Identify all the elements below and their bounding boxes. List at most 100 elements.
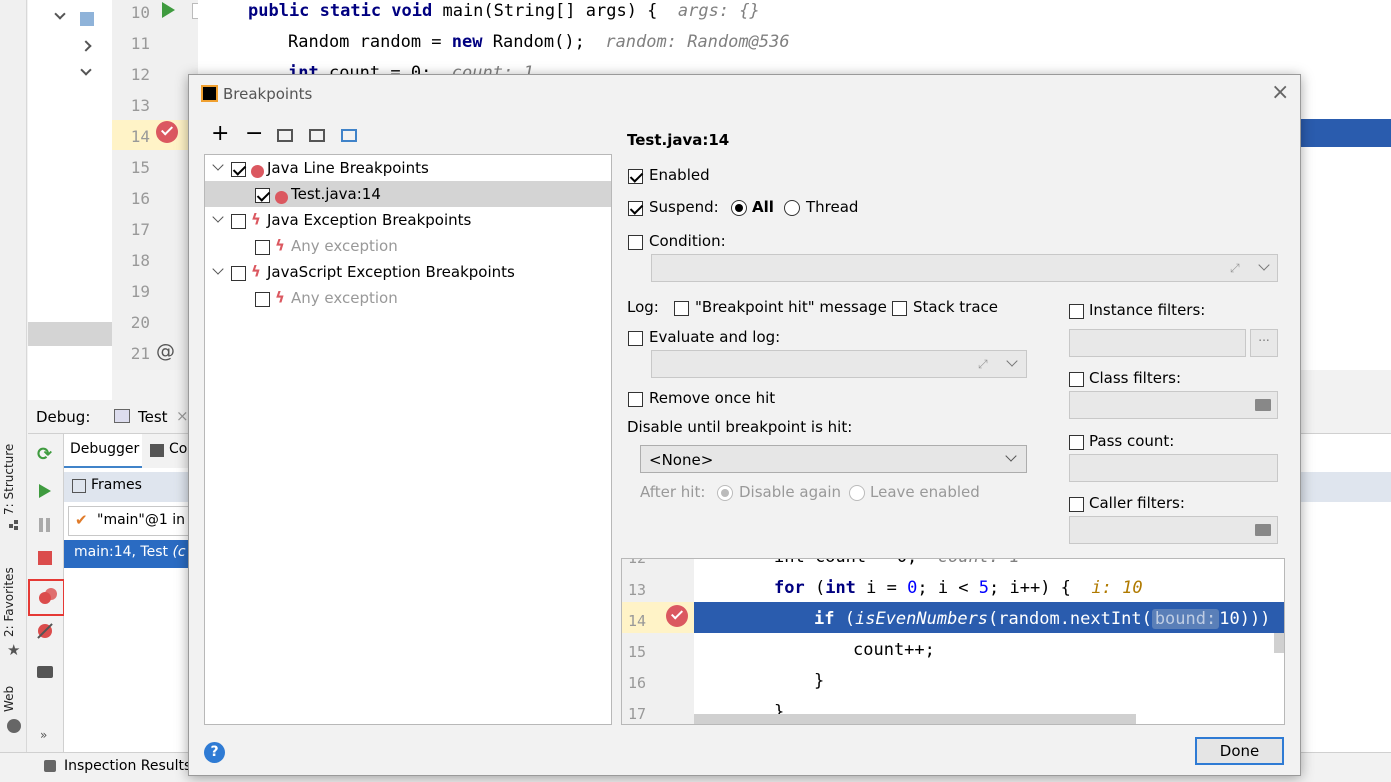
editor-gutter: 10 11 12 13 14 15 16 17 18 19 20 21 @ (112, 0, 206, 370)
tree-checkbox[interactable] (231, 160, 246, 178)
chevron-down-icon[interactable] (1258, 259, 1270, 271)
enabled-label: Enabled (649, 166, 710, 184)
stop-icon[interactable] (38, 551, 52, 565)
tree-selection (28, 322, 112, 346)
class-filters-checkbox[interactable] (1069, 370, 1084, 388)
group-by-file-icon[interactable] (341, 129, 357, 142)
class-filters-input[interactable] (1069, 391, 1278, 419)
suspend-thread-radio[interactable] (784, 198, 800, 216)
breakpoints-dialog: Breakpoints × + − Java Line Breakpoints … (188, 74, 1301, 776)
suspend-label: Suspend: (649, 198, 719, 216)
suspend-checkbox[interactable] (628, 199, 643, 217)
line-number: 14 (130, 127, 150, 146)
chevron-down-icon[interactable] (1006, 355, 1018, 367)
run-config-icon (114, 409, 130, 423)
pass-count-label: Pass count: (1089, 432, 1175, 450)
done-button[interactable]: Done (1195, 737, 1284, 765)
tree-item-java-exception[interactable]: Java Exception Breakpoints (267, 211, 471, 229)
resume-icon[interactable] (39, 484, 51, 498)
disable-until-select[interactable]: <None> (640, 445, 1027, 473)
pass-count-checkbox[interactable] (1069, 433, 1084, 451)
tree-checkbox[interactable] (231, 264, 246, 282)
suspend-all-radio[interactable] (731, 198, 747, 216)
tree-item-any-exception[interactable]: Any exception (291, 237, 398, 255)
lightning-icon: ϟ (275, 288, 285, 307)
line-breakpoint-icon (251, 162, 264, 180)
web-tab[interactable]: Web (2, 686, 16, 712)
remove-once-checkbox[interactable] (628, 390, 643, 408)
structure-tab[interactable]: 7: Structure (2, 444, 16, 515)
chevron-down-icon[interactable] (209, 211, 227, 229)
inspection-icon (44, 760, 56, 772)
folder-icon[interactable] (1255, 399, 1271, 411)
bp-hit-message-checkbox[interactable] (674, 299, 689, 317)
instance-filters-checkbox[interactable] (1069, 302, 1084, 320)
folder-icon[interactable] (1255, 524, 1271, 536)
line-number: 10 (130, 3, 150, 22)
remove-icon[interactable]: − (245, 123, 263, 145)
caller-filters-input[interactable] (1069, 516, 1278, 544)
add-icon[interactable]: + (211, 123, 229, 145)
suspend-thread-label: Thread (806, 198, 859, 216)
tree-checkbox[interactable] (255, 186, 270, 204)
thread-selector[interactable]: ✔ "main"@1 in (68, 506, 198, 536)
condition-checkbox[interactable] (628, 233, 643, 251)
condition-label: Condition: (649, 232, 726, 250)
breakpoint-icon[interactable] (156, 121, 178, 143)
globe-icon (7, 719, 21, 733)
help-icon[interactable]: ? (204, 742, 225, 763)
group-by-class-icon[interactable] (309, 129, 325, 142)
tab-debugger[interactable]: Debugger (64, 434, 142, 468)
close-icon[interactable]: × (1271, 80, 1289, 105)
structure-icon (9, 520, 19, 530)
code-line-10: public static void main(String[] args) {… (248, 1, 760, 21)
rerun-icon[interactable]: ⟳ (37, 444, 52, 465)
chevron-down-icon[interactable] (209, 159, 227, 177)
tree-checkbox[interactable] (231, 212, 246, 230)
evaluate-log-checkbox[interactable] (628, 329, 643, 347)
chevron-down-icon[interactable] (80, 64, 92, 76)
instance-filters-browse[interactable]: ... (1250, 329, 1278, 357)
tree-checkbox[interactable] (255, 238, 270, 256)
expand-icon[interactable]: ⤢ (1230, 261, 1240, 276)
chevron-down-icon[interactable] (209, 263, 227, 281)
chevron-down-icon[interactable] (54, 8, 66, 20)
line-number: 19 (130, 282, 150, 301)
pass-count-input[interactable] (1069, 454, 1278, 482)
horizontal-scrollbar[interactable] (694, 714, 1136, 724)
line-number: 16 (130, 189, 150, 208)
tree-checkbox[interactable] (255, 290, 270, 308)
chevron-right-icon[interactable] (80, 40, 92, 52)
more-icon[interactable]: » (40, 728, 47, 742)
favorites-tab[interactable]: 2: Favorites (2, 567, 16, 637)
evaluate-log-input[interactable]: ⤢ (651, 350, 1027, 378)
inspection-results-tab[interactable]: Inspection Results (64, 758, 191, 774)
tree-item-test-java[interactable]: Test.java:14 (291, 185, 381, 203)
close-icon[interactable]: × (176, 407, 189, 425)
breakpoint-icon (666, 605, 688, 627)
tree-item-java-line[interactable]: Java Line Breakpoints (267, 159, 429, 177)
debug-run-tab[interactable]: Test (138, 408, 168, 426)
disable-again-radio[interactable] (717, 483, 733, 501)
tree-item-js-exception[interactable]: JavaScript Exception Breakpoints (267, 263, 515, 281)
tab-console[interactable]: Co (142, 434, 192, 468)
leave-enabled-radio[interactable] (849, 483, 865, 501)
group-by-package-icon[interactable] (277, 129, 293, 142)
condition-input[interactable]: ⤢ (651, 254, 1278, 282)
view-breakpoints-button[interactable] (28, 579, 65, 616)
vertical-scrollbar[interactable] (1274, 633, 1284, 653)
log-label: Log: (627, 298, 659, 316)
instance-filters-input[interactable] (1069, 329, 1246, 357)
line-number: 12 (130, 65, 150, 84)
run-icon[interactable] (162, 2, 175, 18)
caller-filters-checkbox[interactable] (1069, 495, 1084, 513)
camera-icon[interactable] (37, 666, 53, 678)
pause-icon[interactable] (39, 518, 43, 532)
expand-icon[interactable]: ⤢ (978, 357, 988, 372)
override-marker-icon: @ (156, 340, 175, 362)
lightning-icon: ϟ (251, 262, 261, 281)
stack-trace-checkbox[interactable] (892, 299, 907, 317)
frame-row[interactable]: main:14, Test (c (64, 540, 194, 568)
tree-item-any-exception[interactable]: Any exception (291, 289, 398, 307)
enabled-checkbox[interactable] (628, 167, 643, 185)
